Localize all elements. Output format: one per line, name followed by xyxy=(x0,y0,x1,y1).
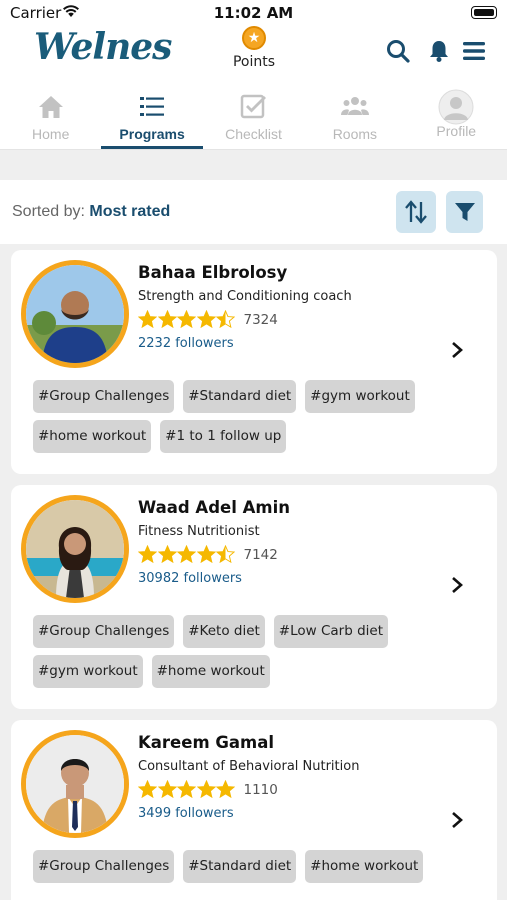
app-header: Welnes ★ Points xyxy=(0,26,507,84)
sort-button[interactable] xyxy=(396,191,436,233)
chevron-right-icon[interactable] xyxy=(449,339,465,361)
tab-home[interactable]: Home xyxy=(0,84,101,149)
sorted-by-label: Sorted by: Most rated xyxy=(12,203,170,221)
tab-label: Checklist xyxy=(225,126,282,142)
tab-bar: Home Programs Checklist Rooms Profile xyxy=(0,84,507,150)
sorted-by-prefix: Sorted by: xyxy=(12,203,85,220)
list-icon xyxy=(140,97,165,116)
star-icon xyxy=(177,545,196,564)
menu-icon[interactable] xyxy=(461,38,487,64)
coach-name: Bahaa Elbrolosy xyxy=(138,263,288,282)
star-icon xyxy=(157,780,177,799)
rating-count: 7142 xyxy=(243,546,278,563)
star-rating xyxy=(138,780,236,799)
star-icon xyxy=(177,310,196,329)
tab-label: Rooms xyxy=(332,126,378,142)
rating-count: 1110 xyxy=(243,781,278,798)
tab-programs[interactable]: Programs xyxy=(101,84,204,149)
people-icon xyxy=(340,97,369,115)
star-icon xyxy=(196,780,216,799)
status-bar: Carrier 11:02 AM xyxy=(0,0,507,26)
coach-name: Kareem Gamal xyxy=(138,733,275,752)
followers-count[interactable]: 2232 followers xyxy=(138,336,234,351)
coach-card[interactable]: Kareem Gamal Consultant of Behavioral Nu… xyxy=(11,720,497,900)
tag-chip[interactable]: #home workout xyxy=(305,850,424,883)
coach-rating: 1110 xyxy=(138,780,278,799)
tag-chip[interactable]: #Keto diet xyxy=(183,615,265,648)
tag-chip[interactable]: #home workout xyxy=(151,655,270,688)
tag-list: #Group Challenges #Keto diet #Low Carb d… xyxy=(33,615,483,688)
sort-bar: Sorted by: Most rated xyxy=(0,180,507,244)
tag-chip[interactable]: #gym workout xyxy=(305,380,415,413)
home-icon xyxy=(38,96,63,118)
battery-icon xyxy=(471,6,497,19)
tab-checklist[interactable]: Checklist xyxy=(203,84,304,149)
tag-chip[interactable]: #gym workout xyxy=(33,655,143,688)
tag-chip[interactable]: #Standard diet xyxy=(183,380,297,413)
star-icon xyxy=(177,780,196,799)
tab-label: Home xyxy=(32,126,70,142)
star-rating xyxy=(138,310,236,329)
coach-avatar xyxy=(21,495,129,603)
profile-icon xyxy=(438,89,474,125)
star-icon xyxy=(216,310,235,329)
clock: 11:02 AM xyxy=(213,4,294,22)
tag-chip[interactable]: #1 to 1 follow up xyxy=(160,420,287,453)
tab-rooms[interactable]: Rooms xyxy=(304,84,405,149)
star-rating xyxy=(138,545,236,564)
star-coin-icon: ★ xyxy=(242,26,266,50)
tab-label: Programs xyxy=(119,126,185,142)
tab-profile[interactable]: Profile xyxy=(406,84,507,149)
points-label: Points xyxy=(232,54,276,70)
coach-avatar xyxy=(21,730,129,838)
coach-role: Fitness Nutritionist xyxy=(138,524,260,539)
rating-count: 7324 xyxy=(243,311,278,328)
followers-count[interactable]: 3499 followers xyxy=(138,806,234,821)
search-icon[interactable] xyxy=(385,38,411,64)
star-icon xyxy=(216,545,235,564)
coach-role: Strength and Conditioning coach xyxy=(138,289,352,304)
tab-label: Profile xyxy=(436,123,477,139)
tag-chip[interactable]: #Standard diet xyxy=(183,850,297,883)
bell-icon[interactable] xyxy=(426,38,452,64)
app-logo: Welnes xyxy=(34,26,172,68)
coach-avatar xyxy=(21,260,129,368)
coach-name: Waad Adel Amin xyxy=(138,498,290,517)
star-icon xyxy=(157,545,177,564)
followers-count[interactable]: 30982 followers xyxy=(138,571,242,586)
coach-card[interactable]: Bahaa Elbrolosy Strength and Conditionin… xyxy=(11,250,497,474)
tag-chip[interactable]: #Group Challenges xyxy=(33,380,175,413)
tag-chip[interactable]: #Group Challenges xyxy=(33,615,175,648)
star-icon xyxy=(196,310,216,329)
chevron-right-icon[interactable] xyxy=(449,809,465,831)
coach-rating: 7142 xyxy=(138,545,278,564)
star-icon xyxy=(138,545,157,564)
star-icon xyxy=(157,310,177,329)
coach-rating: 7324 xyxy=(138,310,278,329)
coach-card[interactable]: Waad Adel Amin Fitness Nutritionist 7142… xyxy=(11,485,497,709)
sort-arrows-icon xyxy=(405,200,427,224)
tag-chip[interactable]: #Group Challenges xyxy=(33,850,175,883)
chevron-right-icon[interactable] xyxy=(449,574,465,596)
tag-chip[interactable]: #Low Carb diet xyxy=(273,615,389,648)
filter-button[interactable] xyxy=(446,191,483,233)
star-icon xyxy=(216,780,235,799)
star-icon xyxy=(196,545,216,564)
sorted-by-value: Most rated xyxy=(89,203,171,220)
tag-list: #Group Challenges #Standard diet #gym wo… xyxy=(33,380,483,453)
tag-chip[interactable]: #home workout xyxy=(33,420,152,453)
checklist-icon xyxy=(241,94,267,119)
filter-icon xyxy=(454,203,475,221)
tag-list: #Group Challenges #Standard diet #home w… xyxy=(33,850,483,883)
star-icon xyxy=(138,780,157,799)
coach-role: Consultant of Behavioral Nutrition xyxy=(138,759,360,774)
star-icon xyxy=(138,310,157,329)
points-button[interactable]: ★ Points xyxy=(224,26,284,70)
